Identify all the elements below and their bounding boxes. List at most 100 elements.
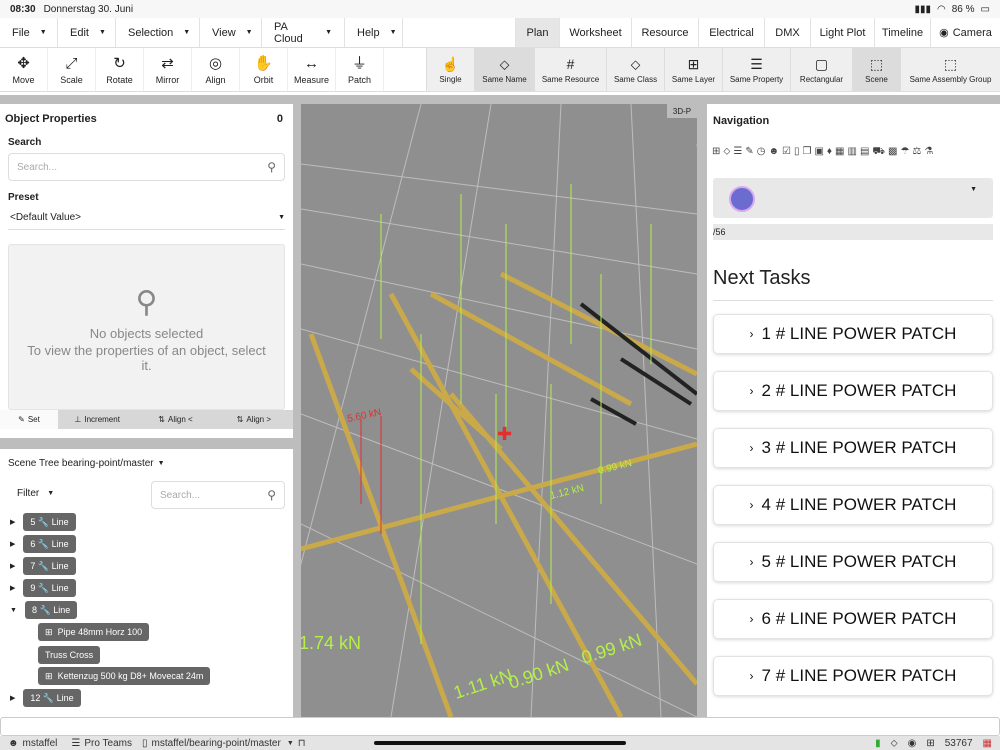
checklist-icon[interactable]: ☑ <box>782 146 791 159</box>
tab-timeline[interactable]: Timeline <box>874 18 930 47</box>
menu-file[interactable]: File ▼ <box>0 18 58 47</box>
scale-button[interactable]: ⤢ Scale <box>48 48 96 91</box>
preset-select[interactable]: <Default Value> ▼ <box>8 206 285 230</box>
select-single-button[interactable]: ☝ Single <box>426 48 474 91</box>
select-rectangular-button[interactable]: ▢ Rectangular <box>790 48 852 91</box>
tree-node-badge[interactable]: 8 🔧 Line <box>24 601 78 619</box>
scale-balance-icon[interactable]: ⚖ <box>912 146 921 159</box>
tab-plan[interactable]: Plan <box>515 18 559 47</box>
task-card[interactable]: › 7 # LINE POWER PATCH <box>713 656 993 696</box>
clock-icon[interactable]: ◷ <box>757 146 766 159</box>
task-card[interactable]: › 2 # LINE POWER PATCH <box>713 371 993 411</box>
menu-selection[interactable]: Selection ▼ <box>116 18 200 47</box>
scene-tree-title[interactable]: Scene Tree bearing-point/master ▼ <box>8 458 165 469</box>
select-same-layer-button[interactable]: ⊞ Same Layer <box>664 48 722 91</box>
tree-child-row[interactable]: ⊞ Kettenzug 500 kg D8+ Movecat 24m <box>38 667 211 685</box>
select-same-name-button[interactable]: ⬦ Same Name <box>474 48 534 91</box>
tree-row-expanded[interactable]: ▼ 8 🔧 Line <box>10 601 78 619</box>
unlock-icon[interactable]: ⊓ <box>298 738 306 749</box>
footer-team[interactable]: Pro Teams <box>84 738 132 749</box>
mirror-button[interactable]: ⇄ Mirror <box>144 48 192 91</box>
set-button[interactable]: ✎ Set <box>0 410 58 429</box>
select-same-property-button[interactable]: ☰ Same Property <box>722 48 790 91</box>
tree-row[interactable]: ▶ 12 🔧 Line <box>10 689 81 707</box>
select-scene-button[interactable]: ⬚ Scene <box>852 48 900 91</box>
tab-resource[interactable]: Resource <box>631 18 698 47</box>
copy-icon[interactable]: ❐ <box>803 146 812 159</box>
move-button[interactable]: ✥ Move <box>0 48 48 91</box>
select-same-assembly-group-button[interactable]: ⬚ Same Assembly Group <box>900 48 1000 91</box>
tab-worksheet[interactable]: Worksheet <box>559 18 631 47</box>
tree-node-badge[interactable]: 9 🔧 Line <box>23 579 76 597</box>
tab-light-plot[interactable]: Light Plot <box>810 18 874 47</box>
eye-icon[interactable]: ◉ <box>908 738 917 749</box>
tree-node-badge[interactable]: Truss Cross <box>38 646 101 664</box>
truck-icon[interactable]: ⛟ <box>872 146 885 159</box>
tree-child-row[interactable]: Truss Cross <box>38 646 101 664</box>
measure-button[interactable]: ↔ Measure <box>288 48 336 91</box>
filter-dropdown[interactable]: Filter ▼ <box>17 488 54 499</box>
tree-node-badge[interactable]: 12 🔧 Line <box>23 689 81 707</box>
save-icon[interactable]: ▣ <box>814 146 823 159</box>
task-card[interactable]: › 1 # LINE POWER PATCH <box>713 314 993 354</box>
3d-viewport[interactable]: ✚ 1.74 kN 1.11 kN 0.90 kN 0.99 kN 1.12 k… <box>301 104 697 717</box>
orbit-button[interactable]: ✋ Orbit <box>240 48 288 91</box>
menu-help[interactable]: Help ▼ <box>345 18 403 47</box>
building-icon[interactable]: ▦ <box>835 146 844 159</box>
tag-icon[interactable]: ⬦ <box>723 146 730 159</box>
users-icon[interactable]: ☻ <box>768 146 779 159</box>
tag-icon[interactable]: ⬦ <box>891 738 898 749</box>
edit-icon[interactable]: ✎ <box>745 146 753 159</box>
tab-electrical[interactable]: Electrical <box>698 18 764 47</box>
patch-button[interactable]: ⏚ Patch <box>336 48 384 91</box>
footer-branch[interactable]: mstaffel/bearing-point/master <box>151 738 280 749</box>
menu-edit[interactable]: Edit ▼ <box>58 18 116 47</box>
task-card[interactable]: › 6 # LINE POWER PATCH <box>713 599 993 639</box>
tree-row[interactable]: ▶ 6 🔧 Line <box>10 535 76 553</box>
properties-search-input[interactable]: Search... ⚲ <box>8 153 285 181</box>
footer-user[interactable]: mstaffel <box>23 738 58 749</box>
tab-dmx[interactable]: DMX <box>764 18 810 47</box>
tab-camera[interactable]: ◉ Camera <box>930 18 1000 47</box>
tree-node-badge[interactable]: 6 🔧 Line <box>23 535 76 553</box>
align-button[interactable]: ◎ Align <box>192 48 240 91</box>
scene-search-input[interactable]: Search... ⚲ <box>151 481 285 509</box>
3d-scene[interactable]: ✚ 1.74 kN 1.11 kN 0.90 kN 0.99 kN 1.12 k… <box>301 104 697 717</box>
increment-button[interactable]: ⊥ Increment <box>58 410 136 429</box>
tree-node-badge[interactable]: ⊞ Pipe 48mm Horz 100 <box>38 623 150 641</box>
align-left-button[interactable]: ⇅ Align < <box>136 410 214 429</box>
task-card[interactable]: › 4 # LINE POWER PATCH <box>713 485 993 525</box>
home-indicator[interactable] <box>374 741 626 745</box>
select-same-class-button[interactable]: ⬦ Same Class <box>606 48 664 91</box>
tree-node-badge[interactable]: ⊞ Kettenzug 500 kg D8+ Movecat 24m <box>38 667 211 685</box>
user-card[interactable]: ▼ <box>713 178 993 218</box>
language-flag-icon[interactable]: ▦ <box>983 738 992 749</box>
umbrella-icon[interactable]: ☂ <box>900 146 909 159</box>
tree-row[interactable]: ▶ 5 🔧 Line <box>10 513 76 531</box>
menu-pa-cloud[interactable]: PA Cloud ▼ <box>262 18 345 47</box>
view-mode-label[interactable]: 3D-P <box>667 104 697 118</box>
box-icon[interactable]: ▥ <box>847 146 856 159</box>
task-card[interactable]: › 5 # LINE POWER PATCH <box>713 542 993 582</box>
flask-icon[interactable]: ⚗ <box>924 146 933 159</box>
splitter-horizontal[interactable] <box>0 438 293 449</box>
splitter-right[interactable] <box>697 104 707 717</box>
drop-icon[interactable]: ♦ <box>827 146 832 159</box>
tree-node-badge[interactable]: 7 🔧 Line <box>23 557 76 575</box>
menu-view[interactable]: View ▼ <box>200 18 262 47</box>
tree-node-badge[interactable]: 5 🔧 Line <box>23 513 76 531</box>
tree-row[interactable]: ▶ 9 🔧 Line <box>10 579 76 597</box>
tree-child-row[interactable]: ⊞ Pipe 48mm Horz 100 <box>38 623 150 641</box>
hierarchy-icon[interactable]: ⊞ <box>712 146 720 159</box>
select-same-resource-button[interactable]: # Same Resource <box>534 48 606 91</box>
tree-row[interactable]: ▶ 7 🔧 Line <box>10 557 76 575</box>
align-right-button[interactable]: ⇅ Align > <box>215 410 293 429</box>
cabinet-icon[interactable]: ▩ <box>888 146 897 159</box>
task-card[interactable]: › 3 # LINE POWER PATCH <box>713 428 993 468</box>
grid-icon[interactable]: ▤ <box>860 146 869 159</box>
splitter-left[interactable] <box>293 104 301 717</box>
command-input[interactable] <box>0 717 1000 736</box>
file-icon[interactable]: ▯ <box>794 146 800 159</box>
list-icon[interactable]: ☰ <box>733 146 742 159</box>
rotate-button[interactable]: ↻ Rotate <box>96 48 144 91</box>
